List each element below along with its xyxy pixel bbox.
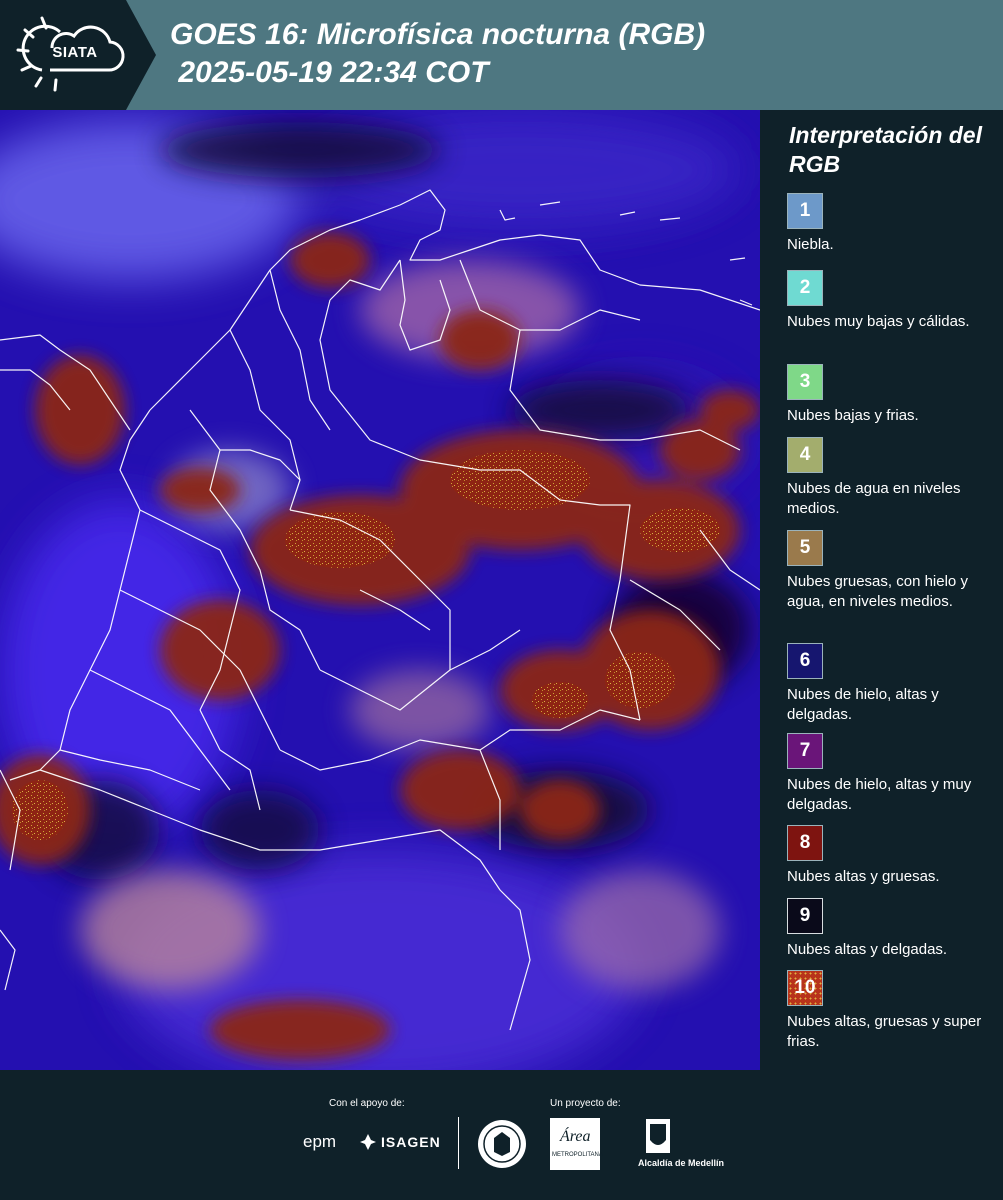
legend-swatch-8: 8 (787, 825, 823, 861)
support-label: Con el apoyo de: (329, 1098, 405, 1109)
siata-logo-text: SIATA (52, 44, 98, 61)
page-title: GOES 16: Microfísica nocturna (RGB) 2025… (170, 18, 706, 89)
legend-label-8: Nubes altas y gruesas. (787, 868, 940, 885)
area-metropolitana-logo: Área METROPOLITANA (550, 1118, 603, 1170)
legend-label-2: Nubes muy bajas y cálidas. (787, 313, 970, 330)
legend-swatch-9: 9 (787, 898, 823, 934)
legend-item-very-low-warm: 2 Nubes muy bajas y cálidas. (787, 270, 997, 332)
legend-swatch-7: 7 (787, 733, 823, 769)
legend-label-4: Nubes de agua en niveles medios. (787, 480, 961, 517)
legend-swatch-3: 3 (787, 364, 823, 400)
area-logo-text: Área (560, 1128, 591, 1145)
legend-label-5: Nubes gruesas, con hielo y agua, en nive… (787, 573, 968, 610)
legend-swatch-1: 1 (787, 193, 823, 229)
legend-item-low-cold: 3 Nubes bajas y frias. (787, 364, 997, 426)
legend-label-1: Niebla. (787, 236, 834, 253)
legend-item-high-thick-supercold: 10 Nubes altas, gruesas y super frias. (787, 970, 997, 1052)
legend-label-7: Nubes de hielo, altas y muy delgadas. (787, 776, 972, 813)
legend-item-thick-mixed: 5 Nubes gruesas, con hielo y agua, en ni… (787, 530, 997, 612)
isagen-icon (360, 1134, 376, 1150)
legend-item-high-thick: 8 Nubes altas y gruesas. (787, 825, 997, 887)
legend-label-9: Nubes altas y delgadas. (787, 941, 948, 958)
legend-item-mid-water: 4 Nubes de agua en niveles medios. (787, 437, 997, 519)
metropolitana-text: METROPOLITANA (552, 1152, 603, 1158)
medellin-shield-icon (645, 1118, 671, 1159)
legend-item-high-very-thin-ice: 7 Nubes de hielo, altas y muy delgadas. (787, 733, 997, 815)
legend-swatch-10: 10 (787, 970, 823, 1006)
alcaldia-label: Alcaldía de Medellín (638, 1158, 725, 1168)
legend-item-high-thin: 9 Nubes altas y delgadas. (787, 898, 997, 960)
footer: Con el apoyo de: Un proyecto de: epm ISA… (0, 1070, 1003, 1200)
legend-panel: Interpretación del RGB 1 Niebla. 2 Nubes… (760, 110, 1003, 1070)
footer-divider (458, 1117, 459, 1169)
legend-label-6: Nubes de hielo, altas y delgadas. (787, 686, 939, 723)
isagen-logo: ISAGEN (381, 1134, 441, 1150)
legend-item-high-thin-ice: 6 Nubes de hielo, altas y delgadas. (787, 643, 997, 725)
legend-swatch-6: 6 (787, 643, 823, 679)
legend-item-fog: 1 Niebla. (787, 193, 997, 255)
legend-label-3: Nubes bajas y frias. (787, 407, 919, 424)
university-seal-icon (476, 1118, 528, 1175)
epm-logo: epm (303, 1132, 337, 1151)
legend-swatch-4: 4 (787, 437, 823, 473)
legend-title: Interpretación del RGB (789, 122, 982, 177)
legend-label-10: Nubes altas, gruesas y super frias. (787, 1013, 982, 1050)
siata-logo: SIATA (0, 0, 156, 110)
satellite-rgb-map[interactable] (0, 110, 760, 1070)
legend-swatch-5: 5 (787, 530, 823, 566)
legend-swatch-2: 2 (787, 270, 823, 306)
header-bar: SIATA GOES 16: Microfísica nocturna (RGB… (0, 0, 1003, 110)
project-label: Un proyecto de: (550, 1098, 621, 1109)
